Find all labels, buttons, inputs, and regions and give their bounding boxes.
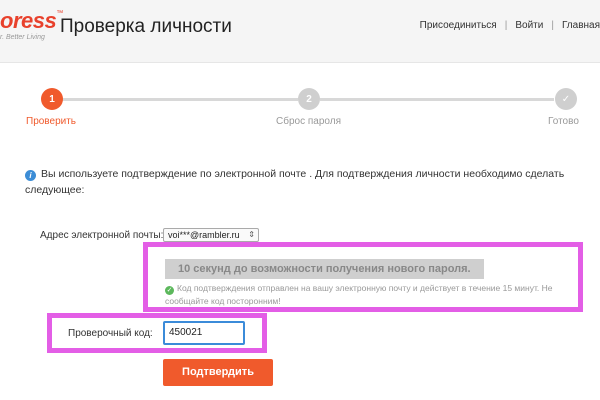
step-3-check-icon: ✓ bbox=[555, 88, 577, 110]
step-1-label: Проверить bbox=[26, 116, 77, 127]
code-sent-text: Код подтверждения отправлен на вашу элек… bbox=[165, 283, 553, 306]
verification-code-input[interactable]: 450021 bbox=[163, 321, 245, 345]
header: oress™ r. Better Living Проверка личност… bbox=[0, 0, 600, 63]
step-2-circle: 2 bbox=[298, 88, 320, 110]
check-circle-icon: ✓ bbox=[165, 286, 174, 295]
info-text: Вы используете подтверждение по электрон… bbox=[25, 168, 565, 196]
step-connector bbox=[62, 98, 298, 101]
login-link[interactable]: Войти bbox=[515, 20, 543, 31]
logo-tagline: r. Better Living bbox=[0, 34, 45, 41]
step-1-circle: 1 bbox=[41, 88, 63, 110]
resend-timer-button: 10 секунд до возможности получения новог… bbox=[165, 259, 484, 279]
code-sent-message: ✓ Код подтверждения отправлен на вашу эле… bbox=[165, 282, 575, 307]
select-arrows-icon: ⇕ bbox=[248, 230, 255, 239]
code-label: Проверочный код: bbox=[68, 328, 153, 339]
step-3-label: Готово bbox=[548, 116, 579, 127]
logo-text: oress bbox=[0, 8, 57, 33]
home-link[interactable]: Главная bbox=[562, 20, 600, 31]
top-nav: Присоединиться | Войти | Главная bbox=[420, 20, 600, 31]
join-link[interactable]: Присоединиться bbox=[420, 20, 497, 31]
progress-steps: 1 2 ✓ Проверить Сброс пароля Готово bbox=[0, 85, 600, 130]
confirm-button[interactable]: Подтвердить bbox=[163, 359, 273, 386]
info-icon: i bbox=[25, 170, 36, 181]
step-2-label: Сброс пароля bbox=[276, 116, 341, 127]
nav-separator: | bbox=[504, 20, 508, 31]
logo[interactable]: oress™ r. Better Living bbox=[0, 8, 63, 42]
email-selected-value: voi***@rambler.ru bbox=[168, 230, 240, 240]
nav-separator: | bbox=[551, 20, 554, 31]
email-select[interactable]: voi***@rambler.ru ⇕ bbox=[163, 228, 259, 242]
step-connector bbox=[320, 98, 554, 101]
email-label: Адрес электронной почты: bbox=[40, 230, 164, 241]
info-message: i Вы используете подтверждение по электро… bbox=[25, 166, 585, 198]
page-title: Проверка личности bbox=[60, 16, 232, 37]
